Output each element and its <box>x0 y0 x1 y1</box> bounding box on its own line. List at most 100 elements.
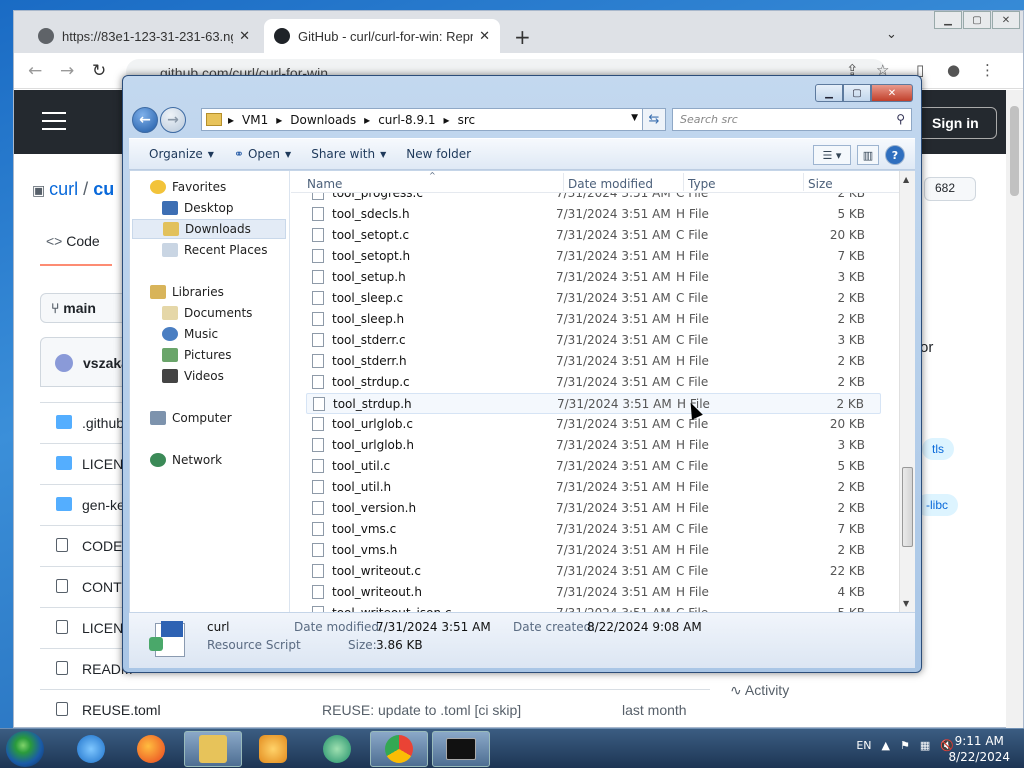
forward-button[interactable]: → <box>160 107 186 133</box>
repo-owner-link[interactable]: curl <box>49 179 78 199</box>
nav-recent-places[interactable]: Recent Places <box>162 240 267 260</box>
browser-tab-2[interactable]: GitHub - curl/curl-for-win: Reproc ✕ <box>264 19 500 53</box>
file-name[interactable]: tool_setup.h <box>332 270 406 284</box>
nav-downloads[interactable]: Downloads <box>132 219 286 239</box>
tab-close-icon[interactable]: ✕ <box>239 28 250 44</box>
scroll-up-icon[interactable]: ▲ <box>903 175 909 184</box>
nav-network[interactable]: Network <box>150 450 222 470</box>
file-name[interactable]: tool_util.c <box>332 459 390 473</box>
search-icon[interactable]: ⚲ <box>896 112 905 126</box>
file-row[interactable]: tool_writeout.h 7/31/2024 3:51 AM H File 4 … <box>306 582 881 603</box>
file-name[interactable]: tool_urlglob.h <box>332 438 414 452</box>
file-name[interactable]: tool_urlglob.c <box>332 417 413 431</box>
column-size[interactable]: Size <box>808 177 833 191</box>
repo-name-link[interactable]: cu <box>93 179 114 199</box>
tab-search-icon[interactable]: ⌄ <box>886 27 897 42</box>
file-row[interactable]: tool_setopt.c 7/31/2024 3:51 AM C File 20 K… <box>306 225 881 246</box>
hamburger-menu-icon[interactable] <box>42 112 66 136</box>
nav-documents[interactable]: Documents <box>162 303 252 323</box>
file-name[interactable]: tool_vms.h <box>332 543 397 557</box>
file-name[interactable]: tool_stderr.c <box>332 333 406 347</box>
minimize-icon[interactable]: ▁ <box>815 84 843 102</box>
column-date-modified[interactable]: Date modified <box>568 177 653 191</box>
reload-icon[interactable]: ↻ <box>92 61 106 81</box>
file-name[interactable]: tool_version.h <box>332 501 416 515</box>
network-tray-icon[interactable]: ▦ <box>920 739 930 752</box>
file-row[interactable]: tool_writeout_json.c 7/31/2024 3:51 AM C F… <box>306 603 881 612</box>
file-row[interactable]: tool_version.h 7/31/2024 3:51 AM H File 2 K… <box>306 498 881 519</box>
show-hidden-icons-icon[interactable]: ▲ <box>882 739 890 752</box>
file-name[interactable]: REUSE.toml <box>82 702 161 718</box>
activity-link[interactable]: ∿ Activity <box>730 682 789 699</box>
profile-icon[interactable]: ● <box>947 61 960 79</box>
sign-in-button[interactable]: Sign in <box>915 107 997 139</box>
file-name[interactable]: tool_sleep.c <box>332 291 403 305</box>
column-name[interactable]: Name <box>307 177 342 191</box>
breadcrumb-arrow[interactable]: ▸ <box>276 113 282 127</box>
language-indicator[interactable]: EN <box>856 739 871 752</box>
new-folder-button[interactable]: New folder <box>406 147 471 161</box>
file-row[interactable]: tool_strdup.h 7/31/2024 3:51 AM H File 2 KB <box>306 393 881 414</box>
close-icon[interactable]: ✕ <box>992 11 1020 29</box>
topic-tag[interactable]: -libc <box>916 494 959 516</box>
file-row[interactable]: tool_vms.c 7/31/2024 3:51 AM C File 7 KB <box>306 519 881 540</box>
nav-videos[interactable]: Videos <box>162 366 224 386</box>
new-tab-button[interactable]: + <box>514 25 531 49</box>
close-icon[interactable]: ✕ <box>871 84 913 102</box>
minimize-icon[interactable]: ▁ <box>934 11 962 29</box>
address-breadcrumb[interactable]: ▸ VM1 ▸ Downloads ▸ curl-8.9.1 ▸ src ▼ <box>201 108 665 131</box>
file-row[interactable]: tool_util.c 7/31/2024 3:51 AM C File 5 KB <box>306 456 881 477</box>
maximize-icon[interactable]: ▢ <box>963 11 991 29</box>
view-details-icon[interactable]: ☰ ▾ <box>813 145 851 165</box>
file-name[interactable]: tool_sdecls.h <box>332 207 410 221</box>
browser-tab-1[interactable]: https://83e1-123-31-231-63.ngro ✕ <box>28 19 260 53</box>
action-center-flag-icon[interactable]: ⚑ <box>900 739 910 752</box>
file-row[interactable]: tool_stderr.h 7/31/2024 3:51 AM H File 2 KB <box>306 351 881 372</box>
branch-selector[interactable]: ⑂ main <box>40 293 130 323</box>
file-name[interactable]: tool_strdup.h <box>333 397 412 411</box>
file-row[interactable]: tool_writeout.c 7/31/2024 3:51 AM C File 22… <box>306 561 881 582</box>
maximize-icon[interactable]: ▢ <box>843 84 871 102</box>
fork-count[interactable]: 682 <box>924 177 976 201</box>
column-divider[interactable] <box>563 173 564 191</box>
file-name[interactable]: tool_util.h <box>332 480 391 494</box>
scroll-down-icon[interactable]: ▼ <box>903 599 909 608</box>
nav-music[interactable]: Music <box>162 324 218 344</box>
file-row[interactable]: tool_strdup.c 7/31/2024 3:51 AM C File 2 KB <box>306 372 881 393</box>
taskbar-app[interactable] <box>308 731 366 767</box>
organize-button[interactable]: Organize ▼ <box>149 147 214 161</box>
breadcrumb-item[interactable]: Downloads <box>290 113 356 127</box>
chevron-down-icon[interactable]: ▼ <box>631 113 638 123</box>
file-row[interactable]: tool_util.h 7/31/2024 3:51 AM H File 2 KB <box>306 477 881 498</box>
clock[interactable]: 9:11 AM 8/22/2024 <box>948 733 1010 765</box>
help-icon[interactable]: ? <box>885 145 905 165</box>
scrollbar-thumb[interactable] <box>1010 106 1019 196</box>
file-row[interactable]: tool_urlglob.c 7/31/2024 3:51 AM C File 20 … <box>306 414 881 435</box>
file-name[interactable]: tool_sleep.h <box>332 312 404 326</box>
file-name[interactable]: gen-ke <box>82 497 125 513</box>
file-row[interactable]: tool_setopt.h 7/31/2024 3:51 AM H File 7 KB <box>306 246 881 267</box>
breadcrumb-arrow[interactable]: ▸ <box>444 113 450 127</box>
file-name[interactable]: tool_writeout.c <box>332 564 421 578</box>
file-row[interactable]: tool_stderr.c 7/31/2024 3:51 AM C File 3 KB <box>306 330 881 351</box>
file-name[interactable]: tool_stderr.h <box>332 354 407 368</box>
taskbar-media-player[interactable] <box>244 731 302 767</box>
nav-computer[interactable]: Computer <box>150 408 232 428</box>
forward-icon[interactable]: → <box>60 61 74 81</box>
taskbar-firefox[interactable] <box>122 731 180 767</box>
breadcrumb-item[interactable]: curl-8.9.1 <box>378 113 435 127</box>
share-with-button[interactable]: Share with ▼ <box>311 147 386 161</box>
file-row[interactable]: tool_sleep.c 7/31/2024 3:51 AM C File 2 KB <box>306 288 881 309</box>
refresh-button[interactable]: ⇆ <box>642 108 666 131</box>
file-row[interactable]: tool_urlglob.h 7/31/2024 3:51 AM H File 3 K… <box>306 435 881 456</box>
file-row[interactable]: tool_vms.h 7/31/2024 3:51 AM H File 2 KB <box>306 540 881 561</box>
nav-pictures[interactable]: Pictures <box>162 345 232 365</box>
breadcrumb-item[interactable]: src <box>458 113 476 127</box>
nav-desktop[interactable]: Desktop <box>162 198 234 218</box>
commit-message[interactable]: REUSE: update to .toml [ci skip] <box>322 702 521 718</box>
file-name[interactable]: tool_setopt.c <box>332 228 409 242</box>
search-input[interactable]: Search src ⚲ <box>672 108 912 131</box>
file-name[interactable]: tool_writeout.h <box>332 585 422 599</box>
breadcrumb-item[interactable]: VM1 <box>242 113 268 127</box>
start-button[interactable] <box>6 731 44 767</box>
